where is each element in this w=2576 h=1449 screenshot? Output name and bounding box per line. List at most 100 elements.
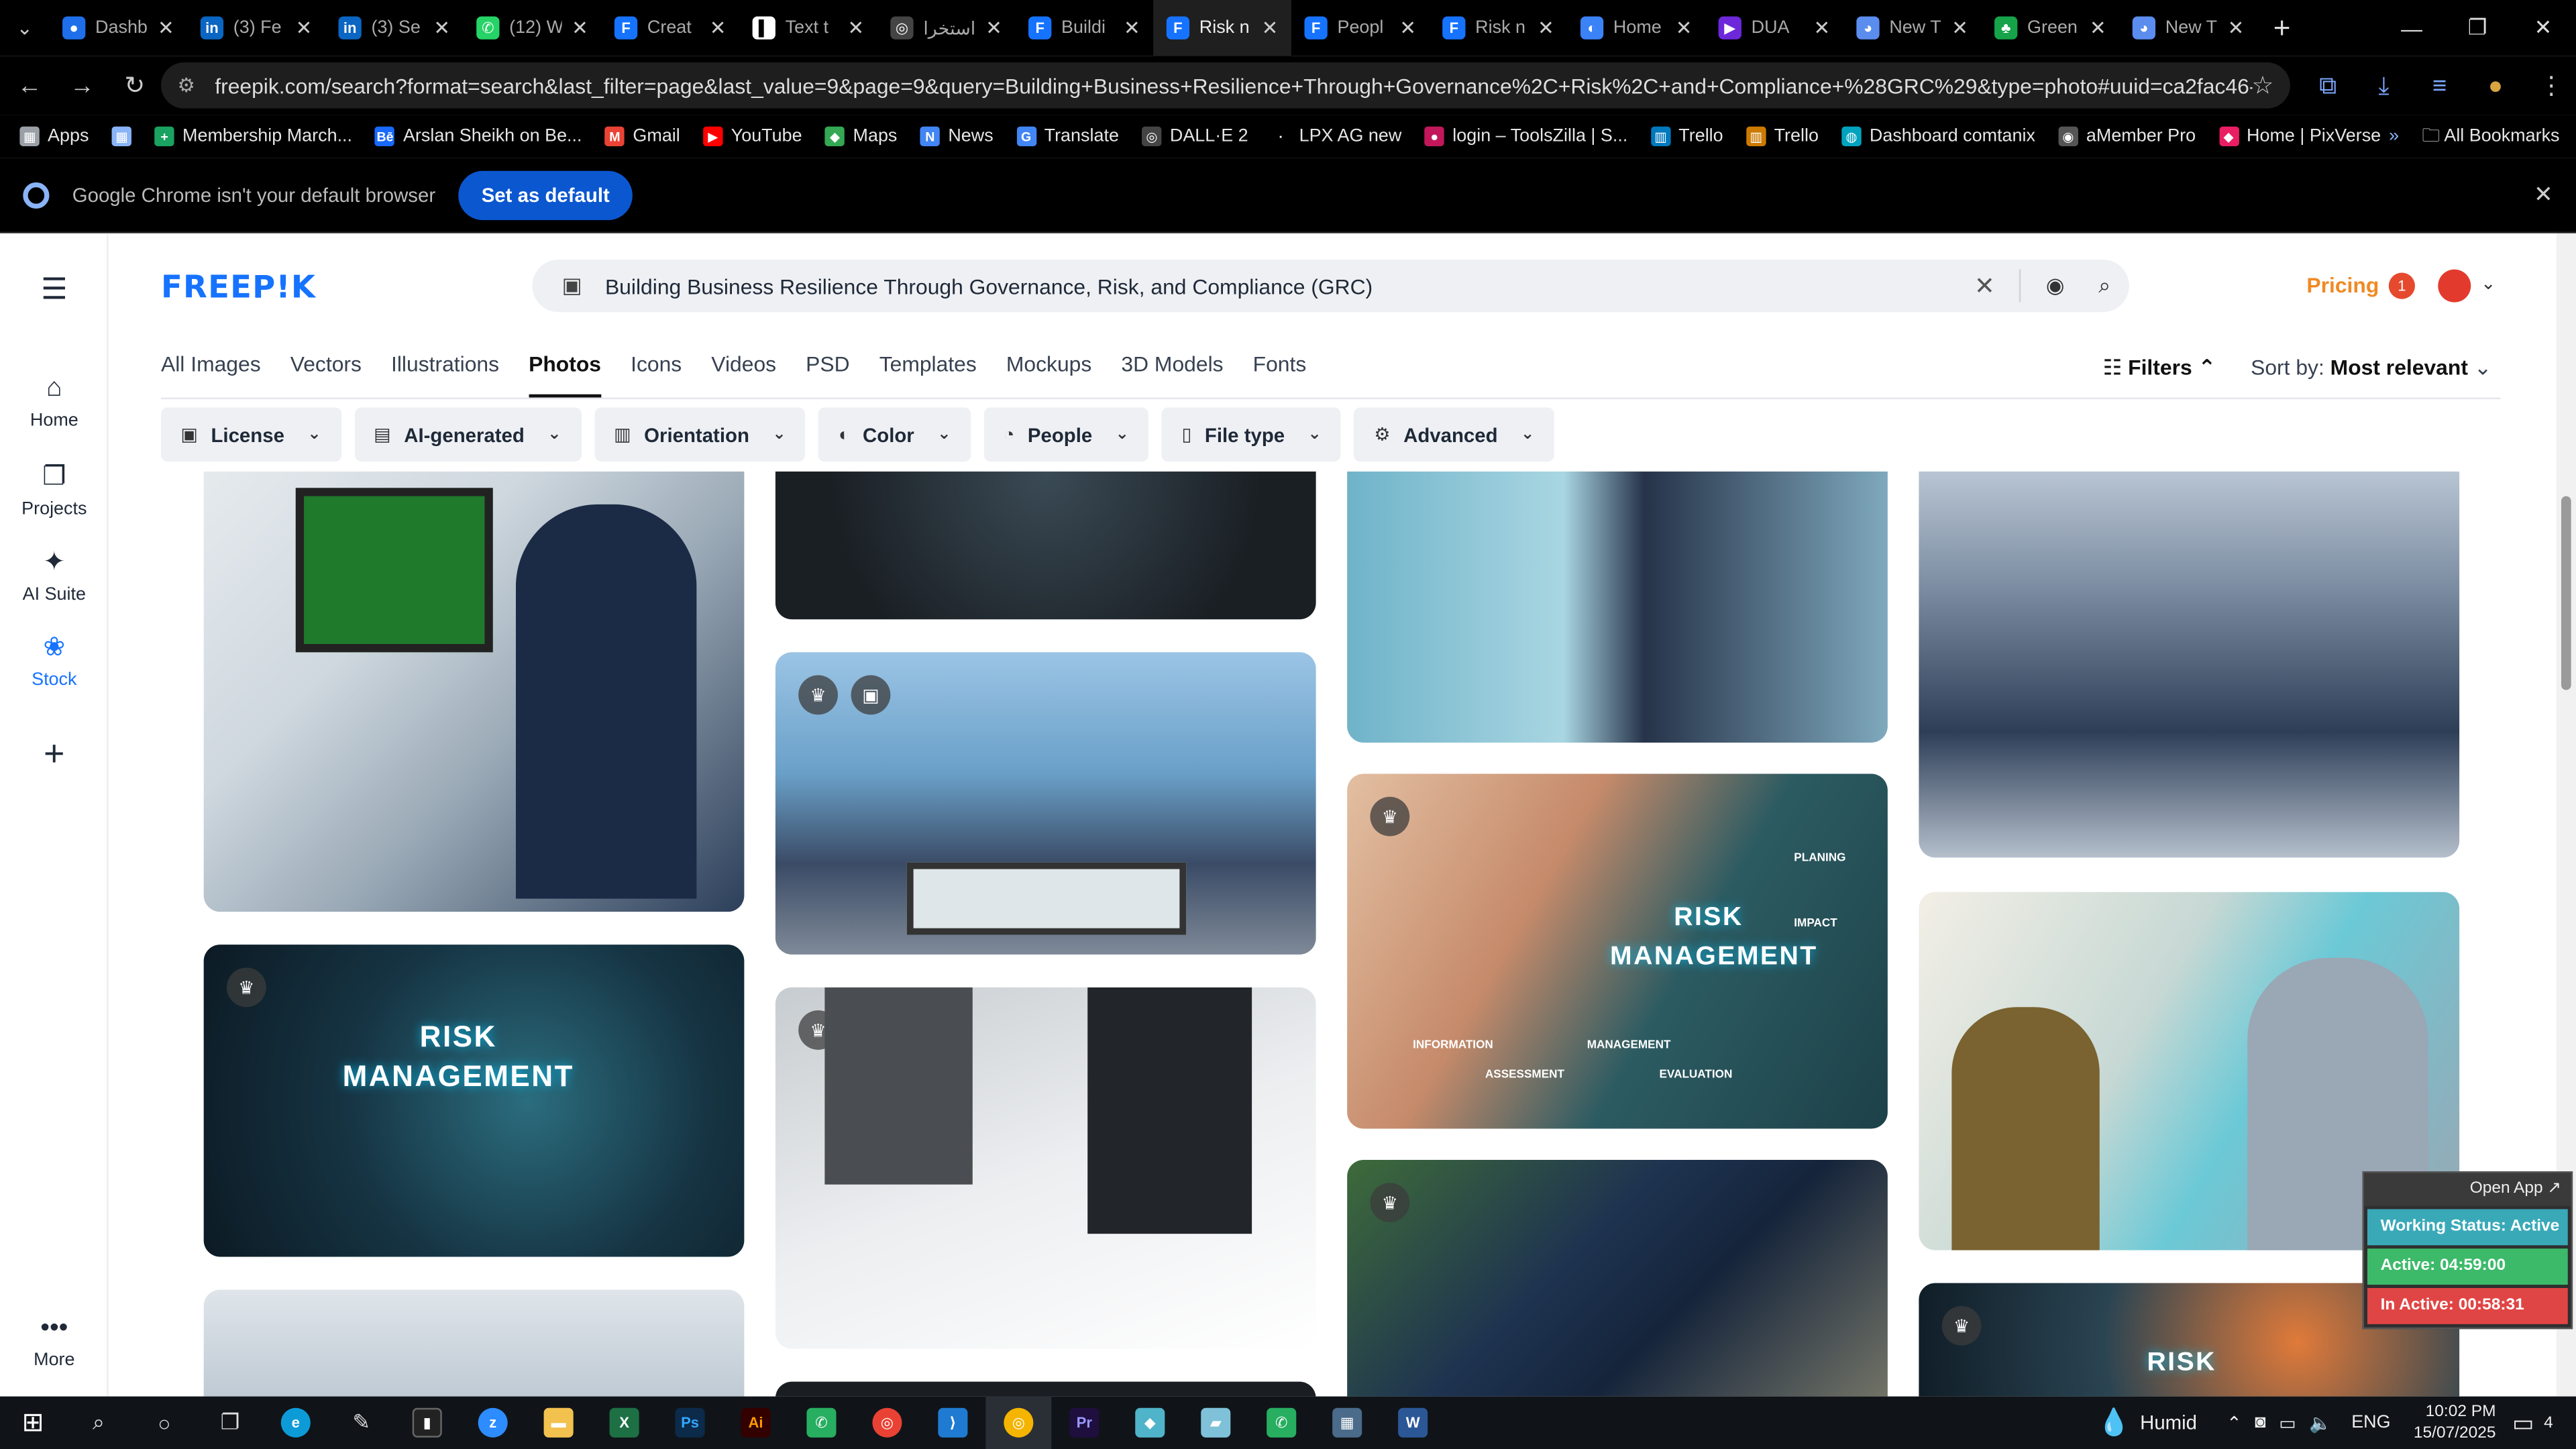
- tab-close-icon[interactable]: ✕: [572, 16, 588, 39]
- filters-button[interactable]: ☷ Filters ⌃: [2103, 355, 2216, 381]
- extensions-icon[interactable]: ⧉: [2303, 61, 2352, 110]
- tray-overflow-icon[interactable]: ⌃: [2226, 1412, 2242, 1433]
- image-card[interactable]: [1919, 471, 2460, 858]
- bookmark-item[interactable]: Bē Arslan Sheikh on Be...: [375, 126, 582, 146]
- camera-icon[interactable]: ◉: [2031, 273, 2080, 299]
- site-info-icon[interactable]: ⚙: [177, 74, 195, 97]
- search-icon[interactable]: ⌕: [66, 1397, 131, 1449]
- tab-close-icon[interactable]: ✕: [2228, 16, 2245, 39]
- calculator-icon[interactable]: ▦: [1314, 1397, 1380, 1449]
- vscode-icon[interactable]: ⟩: [920, 1397, 985, 1449]
- meet-icon[interactable]: ◙: [2255, 1413, 2265, 1432]
- bookmark-item[interactable]: ▥ Trello: [1650, 126, 1723, 146]
- all-bookmarks-folder[interactable]: 🗀 All Bookmarks: [2422, 121, 2559, 152]
- photoshop-icon[interactable]: Ps: [657, 1397, 723, 1449]
- clock[interactable]: 10:02 PM 15/07/2025: [2414, 1401, 2496, 1444]
- tab-close-icon[interactable]: ✕: [1951, 16, 1968, 39]
- url-text[interactable]: freepik.com/search?format=search&last_fi…: [215, 73, 2251, 98]
- premiere-icon[interactable]: Pr: [1051, 1397, 1117, 1449]
- bookmark-item[interactable]: ▥ Trello: [1746, 126, 1819, 146]
- tab-close-icon[interactable]: ✕: [1124, 16, 1140, 39]
- close-window-icon[interactable]: ✕: [2510, 0, 2576, 56]
- tab-close-icon[interactable]: ✕: [158, 16, 174, 39]
- media-icon[interactable]: ≡: [2415, 61, 2464, 110]
- tab-close-icon[interactable]: ✕: [1399, 16, 1416, 39]
- bookmark-item[interactable]: + Membership March...: [154, 126, 352, 146]
- tab-icons[interactable]: Icons: [631, 352, 682, 398]
- bookmark-item[interactable]: ◎ DALL·E 2: [1142, 126, 1248, 146]
- chrome-menu-icon[interactable]: ⋮: [2527, 61, 2576, 110]
- image-card[interactable]: [1347, 471, 1888, 743]
- image-card[interactable]: ♛ ▣: [775, 652, 1316, 955]
- tab-close-icon[interactable]: ✕: [710, 16, 727, 39]
- chrome-icon[interactable]: ◎: [854, 1397, 920, 1449]
- browser-tab[interactable]: F Risk n ✕: [1430, 0, 1568, 56]
- infobar-close-icon[interactable]: ✕: [2534, 180, 2553, 209]
- tab-close-icon[interactable]: ✕: [985, 16, 1002, 39]
- user-avatar[interactable]: [2438, 269, 2471, 303]
- image-card[interactable]: ♛: [1347, 1159, 1888, 1397]
- filter-file-type[interactable]: ▯ File type ⌄: [1162, 407, 1342, 462]
- tab-close-icon[interactable]: ✕: [1814, 16, 1831, 39]
- bookmark-item[interactable]: ◍ Dashboard comtanix: [1841, 126, 2035, 146]
- terminal-icon[interactable]: ▮: [394, 1397, 460, 1449]
- app-icon[interactable]: ◆: [1117, 1397, 1183, 1449]
- bookmark-star-icon[interactable]: ☆: [2251, 70, 2273, 101]
- browser-tab[interactable]: ◎ استخرا ✕: [877, 0, 1016, 56]
- new-tab-button[interactable]: +: [2257, 11, 2306, 45]
- tab-close-icon[interactable]: ✕: [1538, 16, 1554, 39]
- weather-icon[interactable]: 💧: [2098, 1406, 2131, 1439]
- browser-tab[interactable]: in (3) Fe ✕: [187, 0, 325, 56]
- filter-orientation[interactable]: ▥ Orientation ⌄: [594, 407, 806, 462]
- zoom-icon[interactable]: z: [460, 1397, 526, 1449]
- tab-mockups[interactable]: Mockups: [1006, 352, 1091, 398]
- browser-tab[interactable]: F Buildi ✕: [1015, 0, 1153, 56]
- sort-dropdown[interactable]: Sort by: Most relevant ⌄: [2251, 355, 2491, 381]
- tab-fonts[interactable]: Fonts: [1253, 352, 1307, 398]
- excel-icon[interactable]: X: [592, 1397, 657, 1449]
- download-icon[interactable]: ⤓: [2359, 61, 2408, 110]
- tab-videos[interactable]: Videos: [711, 352, 776, 398]
- freepik-logo[interactable]: FREEP!K: [161, 270, 316, 306]
- bookmark-item[interactable]: ◆ Home | PixVerse: [2218, 126, 2381, 146]
- pricing-link[interactable]: Pricing: [2306, 273, 2379, 298]
- browser-tab[interactable]: F Peopl ✕: [1291, 0, 1430, 56]
- browser-tab[interactable]: ◕ New T ✕: [1843, 0, 1982, 56]
- tab-3d-models[interactable]: 3D Models: [1121, 352, 1223, 398]
- tab-close-icon[interactable]: ✕: [433, 16, 450, 39]
- task-view-icon[interactable]: ❐: [197, 1397, 263, 1449]
- weather-text[interactable]: Humid: [2140, 1411, 2197, 1434]
- tab-illustrations[interactable]: Illustrations: [391, 352, 499, 398]
- tab-all-images[interactable]: All Images: [161, 352, 261, 398]
- tab-search-icon[interactable]: ⌄: [0, 0, 49, 56]
- word-icon[interactable]: W: [1380, 1397, 1446, 1449]
- set-as-default-button[interactable]: Set as default: [458, 170, 633, 219]
- image-card[interactable]: ♛ RISK MANAGEMENT: [203, 945, 745, 1257]
- leftnav-home[interactable]: ⌂ Home: [0, 374, 109, 430]
- phone-app-icon[interactable]: ✆: [1248, 1397, 1314, 1449]
- clear-search-icon[interactable]: ✕: [1960, 271, 2009, 301]
- chevron-down-icon[interactable]: ⌄: [2481, 273, 2496, 294]
- browser-tab[interactable]: ▶ DUA ✕: [1705, 0, 1843, 56]
- bookmark-item[interactable]: ● login – ToolsZilla | S...: [1424, 126, 1627, 146]
- filter-ai-generated[interactable]: ▤ AI-generated ⌄: [354, 407, 582, 462]
- bookmark-item[interactable]: · LPX AG new: [1271, 126, 1401, 146]
- back-icon[interactable]: ←: [7, 62, 53, 109]
- bookmark-item[interactable]: ◉ aMember Pro: [2058, 126, 2196, 146]
- minimize-icon[interactable]: —: [2379, 0, 2445, 56]
- bookmark-item[interactable]: N News: [920, 126, 994, 146]
- bookmark-item[interactable]: M Gmail: [604, 126, 680, 146]
- browser-tab[interactable]: ✆ (12) W ✕: [464, 0, 602, 56]
- image-card[interactable]: [203, 1289, 745, 1397]
- tab-photos[interactable]: Photos: [529, 352, 602, 398]
- language-text[interactable]: ENG: [2351, 1413, 2390, 1432]
- image-card[interactable]: [203, 471, 745, 912]
- bookmark-item[interactable]: ▦: [111, 126, 132, 146]
- bookmark-item[interactable]: ◆ Maps: [824, 126, 897, 146]
- browser-tab[interactable]: in (3) Se ✕: [325, 0, 464, 56]
- browser-tab[interactable]: F Risk n ✕: [1153, 0, 1291, 56]
- browser-tab[interactable]: ♣ Green ✕: [1981, 0, 2119, 56]
- network-icon[interactable]: ▭: [2279, 1412, 2296, 1433]
- edge-icon[interactable]: e: [263, 1397, 329, 1449]
- image-card[interactable]: [775, 1381, 1316, 1397]
